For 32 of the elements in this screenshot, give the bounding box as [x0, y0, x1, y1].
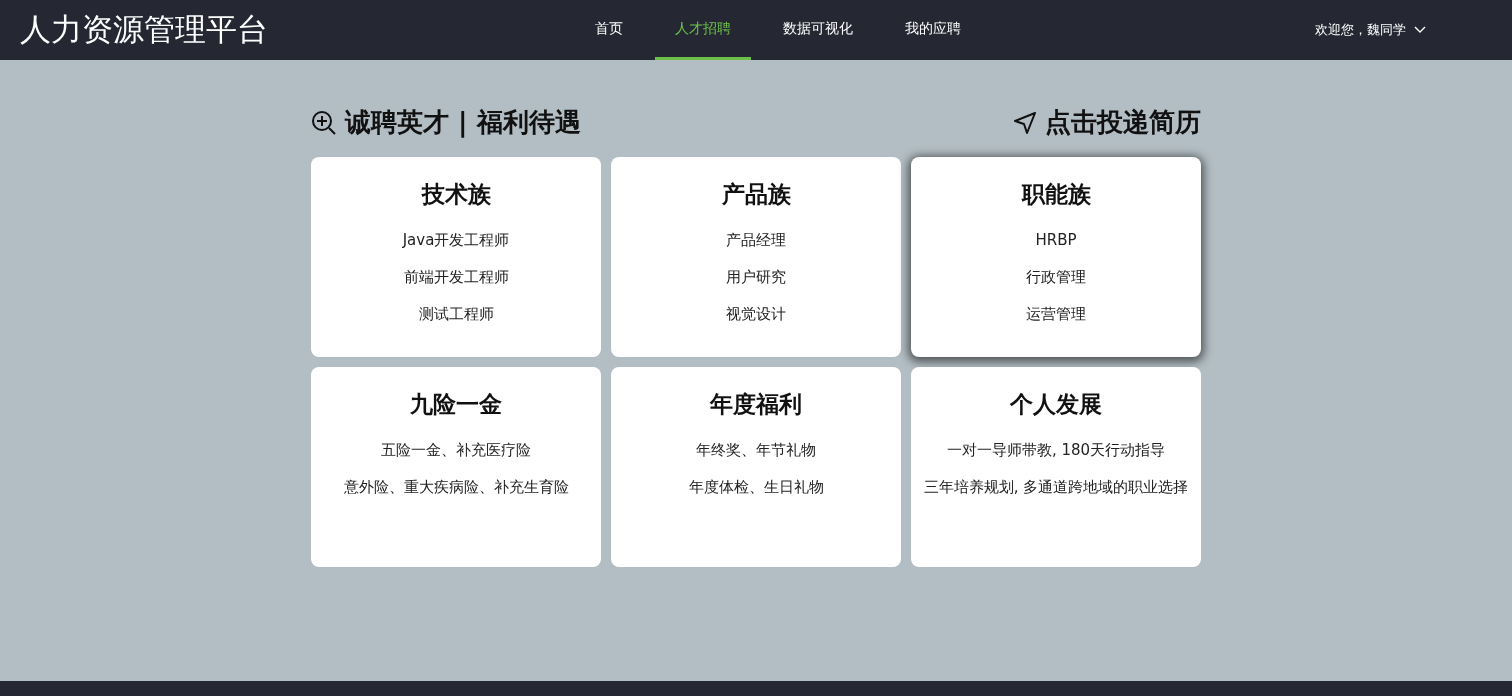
submit-resume-link[interactable]: 点击投递简历: [1013, 105, 1201, 140]
send-icon: [1013, 110, 1037, 135]
user-menu[interactable]: 欢迎您，魏同学: [1309, 20, 1432, 40]
card-item: 测试工程师: [418, 304, 494, 325]
nav-tab[interactable]: 首页: [575, 0, 643, 60]
card-item: 视觉设计: [726, 304, 786, 325]
card-item: 五险一金、补充医疗险: [381, 440, 531, 461]
card-title: 技术族: [421, 180, 491, 209]
card-item: 产品经理: [726, 230, 786, 251]
nav-tab[interactable]: 数据可视化: [763, 0, 873, 60]
chevron-down-icon: [1414, 26, 1426, 34]
card-title: 年度福利: [710, 390, 802, 419]
nav-tab[interactable]: 我的应聘: [885, 0, 981, 60]
card-item: 运营管理: [1026, 304, 1086, 325]
section-heading: 诚聘英才 | 福利待遇: [345, 106, 581, 140]
card-item: 用户研究: [726, 267, 786, 288]
card-item: 前端开发工程师: [403, 267, 509, 288]
app-title: 人力资源管理平台: [20, 10, 269, 49]
card-title: 个人发展: [1010, 390, 1102, 419]
card-item: 三年培养规划, 多通道跨地域的职业选择: [923, 477, 1189, 498]
card-item: 年度体检、生日礼物: [688, 477, 824, 498]
card-item: 行政管理: [1026, 267, 1086, 288]
zoom-in-icon: [311, 109, 337, 136]
card-item: 意外险、重大疾病险、补充生育险: [343, 477, 569, 498]
card-item: Java开发工程师: [402, 230, 510, 251]
card-title: 职能族: [1021, 180, 1091, 209]
card-item: 一对一导师带教, 180天行动指导: [946, 440, 1166, 461]
card-title: 九险一金: [410, 390, 502, 419]
card-item: 年终奖、年节礼物: [696, 440, 816, 461]
card-item: HRBP: [1035, 230, 1077, 251]
card-title: 产品族: [721, 180, 791, 209]
nav-tab[interactable]: 人才招聘: [655, 0, 751, 60]
